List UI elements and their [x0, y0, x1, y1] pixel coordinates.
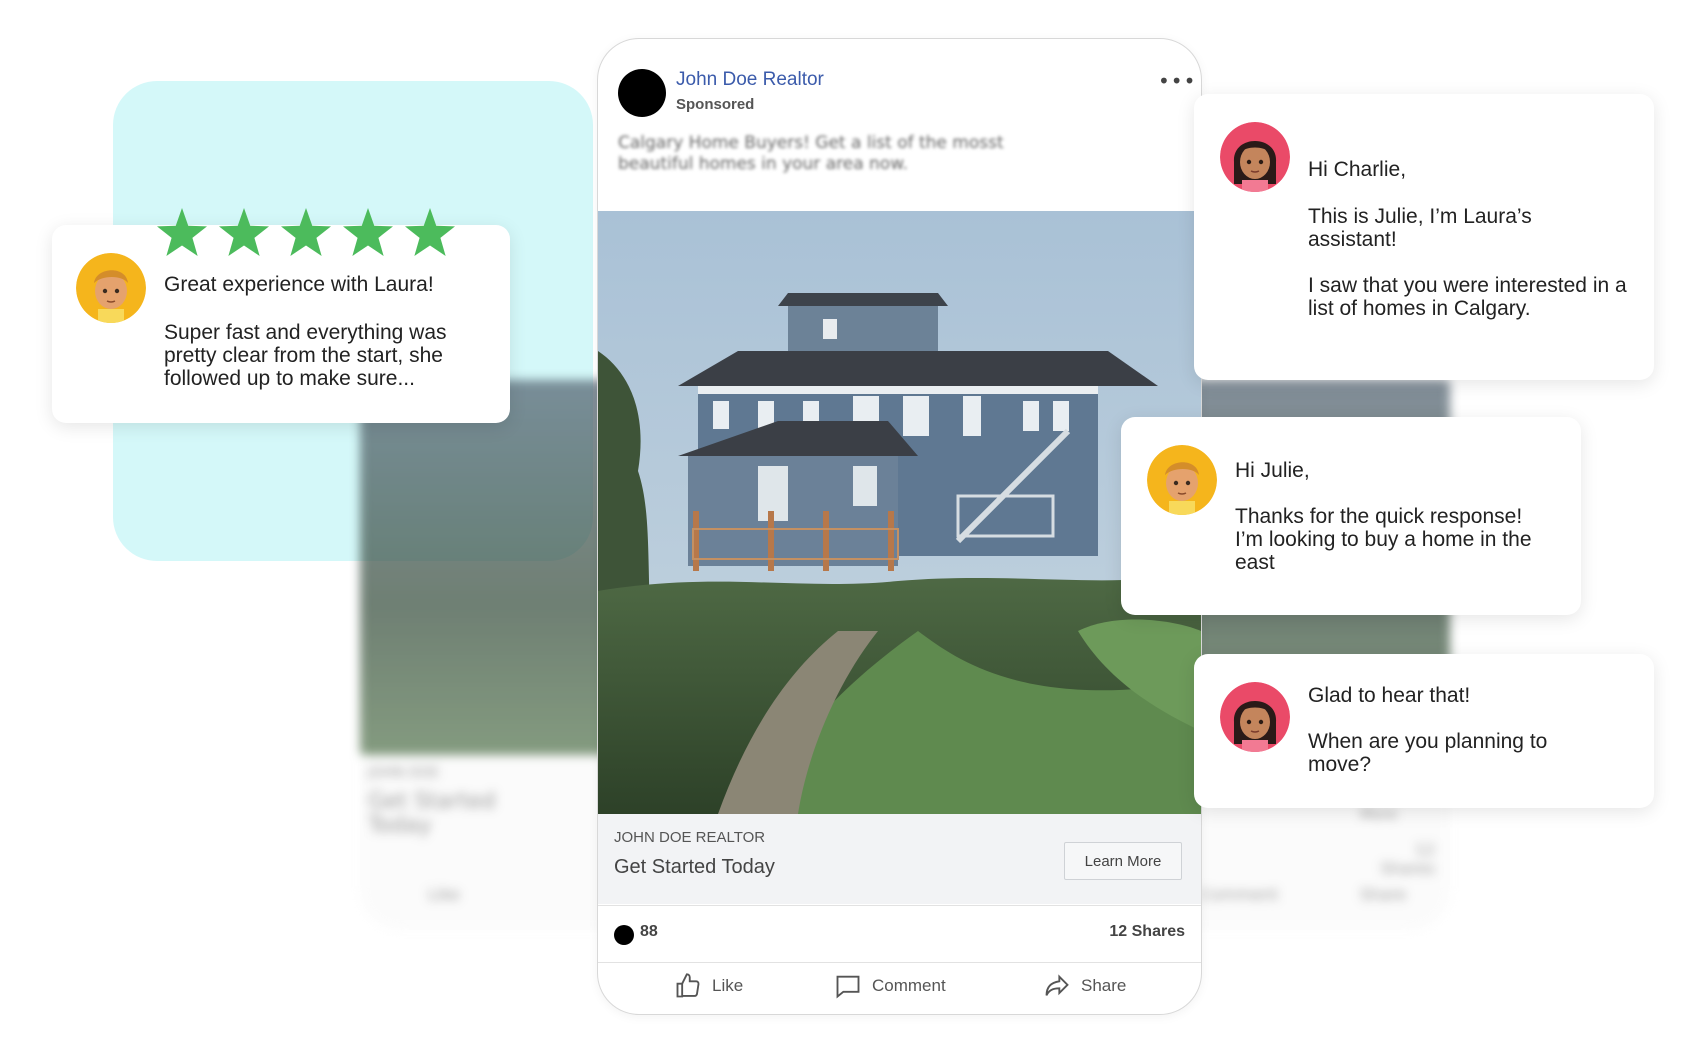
reaction-count[interactable]: 88 — [640, 923, 658, 941]
page-avatar[interactable] — [618, 69, 666, 117]
review-title: Great experience with Laura! — [164, 273, 434, 296]
chat-message-charlie: Hi Julie, Thanks for the quick response!… — [1121, 417, 1581, 615]
chat-line: I saw that you were interested in a list… — [1308, 274, 1627, 320]
like-label: Like — [712, 976, 744, 995]
sponsored-post-card: John Doe Realtor Sponsored ••• Calgary H… — [597, 38, 1202, 1015]
reaction-icon[interactable] — [614, 925, 634, 945]
learn-more-button[interactable]: Learn More — [1064, 842, 1182, 880]
chat-line: Hi Julie, — [1235, 459, 1310, 482]
comment-label: Comment — [872, 976, 946, 995]
house-photo[interactable] — [598, 211, 1201, 814]
thumbs-up-icon — [676, 973, 700, 998]
chat-line: When are you planning to move? — [1308, 730, 1548, 776]
julie-avatar — [1220, 682, 1290, 752]
comment-bubble-icon — [836, 975, 860, 999]
ghost-shares: 12 Shares — [1380, 840, 1435, 878]
post-actions: Like Comment Share — [598, 962, 1201, 1014]
rating-stars — [157, 208, 455, 256]
star-icon — [405, 208, 455, 256]
boy-avatar-icon — [76, 253, 146, 323]
girl-avatar-icon — [1220, 682, 1290, 752]
ghost-comment: Comment — [1200, 885, 1279, 904]
ghost-share: Share — [1360, 885, 1407, 904]
julie-avatar — [1220, 122, 1290, 192]
chat-line: This is Julie, I’m Laura’s assistant! — [1308, 205, 1532, 251]
share-button[interactable]: Share — [1043, 972, 1126, 1000]
charlie-avatar — [1147, 445, 1217, 515]
chat-line: Glad to hear that! — [1308, 684, 1471, 707]
sponsored-label: Sponsored — [676, 96, 755, 113]
link-title[interactable]: Get Started Today — [614, 856, 775, 879]
link-preview-bar[interactable]: JOHN DOE REALTOR Get Started Today Learn… — [598, 814, 1201, 904]
boy-avatar-icon — [1147, 445, 1217, 515]
post-caption: Calgary Home Buyers! Get a list of the m… — [618, 133, 1004, 174]
chat-message-julie-2: Glad to hear that! When are you planning… — [1194, 654, 1654, 808]
girl-avatar-icon — [1220, 122, 1290, 192]
chat-line: Thanks for the quick response! I’m looki… — [1235, 505, 1532, 574]
post-stats-row: 88 12 Shares — [598, 905, 1201, 963]
share-label: Share — [1081, 976, 1127, 995]
comment-button[interactable]: Comment — [834, 972, 946, 1000]
ghost-like: Like — [428, 885, 460, 904]
share-count[interactable]: 12 Shares — [1109, 923, 1185, 941]
page-name-link[interactable]: John Doe Realtor — [676, 69, 824, 91]
link-domain: JOHN DOE REALTOR — [614, 829, 766, 846]
like-button[interactable]: Like — [674, 972, 743, 1000]
share-arrow-icon — [1045, 974, 1069, 996]
ghost-domain: JOHN DOE — [368, 765, 440, 781]
ghost-title: Get Started Today — [368, 789, 496, 838]
chat-message-julie-1: Hi Charlie, This is Julie, I’m Laura’s a… — [1194, 94, 1654, 380]
star-icon — [219, 208, 269, 256]
more-options-icon[interactable]: ••• — [1158, 69, 1196, 93]
reviewer-avatar — [76, 253, 146, 323]
star-icon — [343, 208, 393, 256]
star-icon — [157, 208, 207, 256]
review-body: Super fast and everything was pretty cle… — [164, 321, 447, 390]
chat-line: Hi Charlie, — [1308, 158, 1407, 181]
star-icon — [281, 208, 331, 256]
